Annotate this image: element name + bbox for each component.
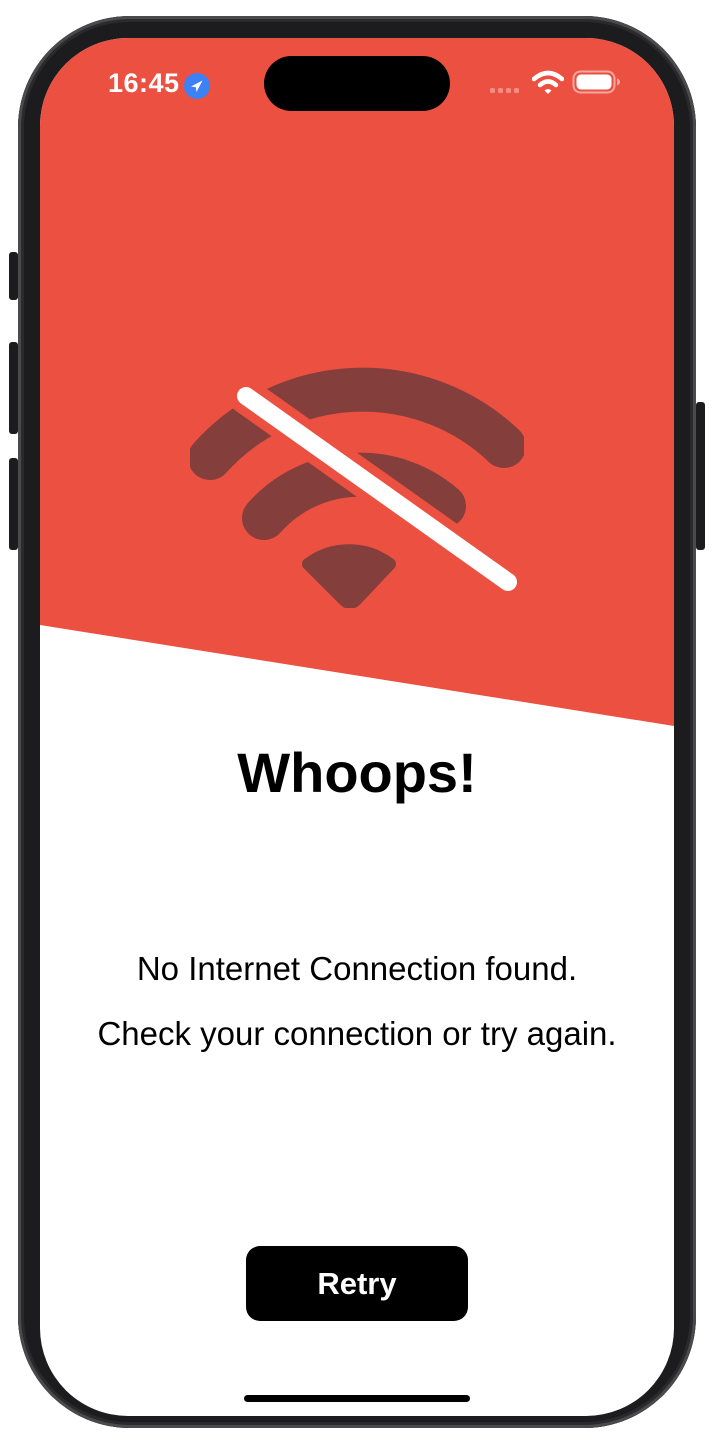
wifi-slash-icon <box>190 367 524 608</box>
signal-icon <box>490 88 519 93</box>
volume-down-button <box>9 458 18 550</box>
location-icon <box>184 73 210 99</box>
home-indicator[interactable] <box>244 1395 470 1402</box>
retry-button[interactable]: Retry <box>246 1246 468 1321</box>
error-title: Whoops! <box>237 741 477 804</box>
volume-up-button <box>9 342 18 434</box>
status-bar: 16:45 <box>40 38 674 128</box>
battery-icon <box>572 70 620 94</box>
dynamic-island <box>264 56 450 111</box>
screen: 16:45 Whoops! No Internet Connection fou… <box>40 38 674 1416</box>
action-button <box>9 252 18 300</box>
error-message-line-2: Check your connection or try again. <box>97 1015 617 1052</box>
error-message-line-1: No Internet Connection found. <box>136 950 578 987</box>
power-button <box>696 402 705 550</box>
status-time: 16:45 <box>108 68 180 98</box>
wifi-icon <box>532 70 564 94</box>
